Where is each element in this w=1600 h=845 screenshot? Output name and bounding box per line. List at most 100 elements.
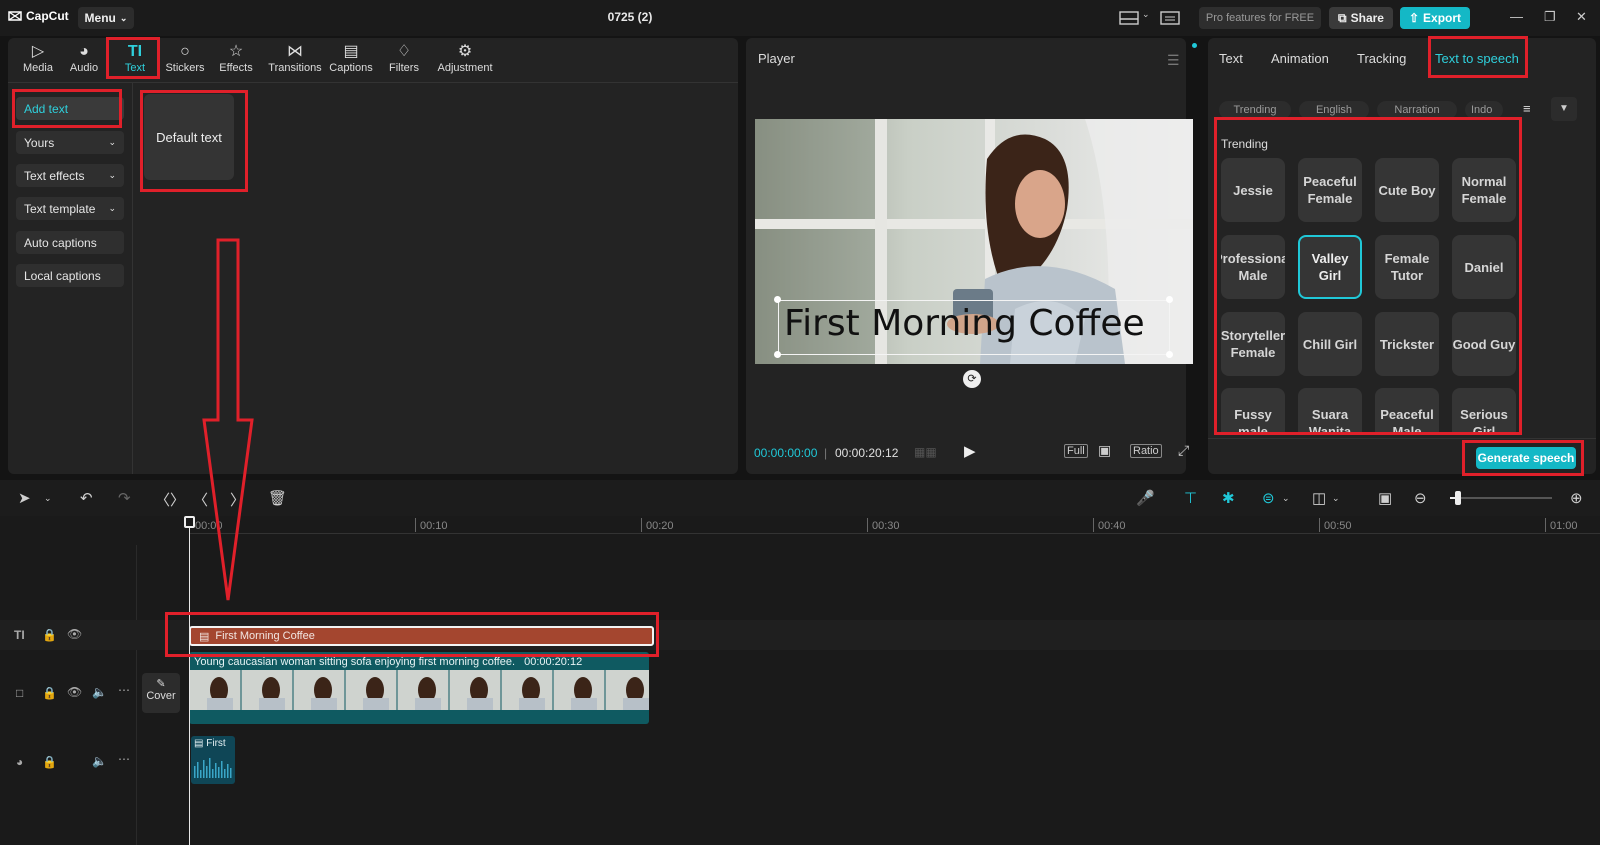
- chevron-down-icon: ⌄: [108, 170, 116, 180]
- video-track-icon: □: [16, 686, 24, 700]
- full-quality-button[interactable]: Full: [1064, 444, 1088, 458]
- volume-icon[interactable]: 🔈: [92, 754, 107, 768]
- tool-audio[interactable]: ◕ Audio: [57, 42, 111, 74]
- tool-adjustment[interactable]: ⚙ Adjustment: [433, 42, 497, 74]
- filter-icon[interactable]: ≡: [1523, 101, 1531, 116]
- close-icon[interactable]: ✕: [1576, 9, 1587, 25]
- ruler-tick: [641, 518, 642, 532]
- share-icon: ⧉: [1338, 10, 1347, 25]
- ruler-tick: [1545, 518, 1546, 532]
- sidebar-item-yours[interactable]: Yours ⌄: [16, 131, 124, 154]
- tab-text[interactable]: Text: [1219, 51, 1243, 66]
- tool-label: Stickers: [165, 62, 205, 74]
- audio-clip-text: First: [206, 738, 226, 749]
- playhead[interactable]: [189, 518, 190, 845]
- zoom-out-icon[interactable]: ⊖: [1414, 489, 1427, 507]
- preview-axis-icon[interactable]: ⊜: [1262, 489, 1275, 507]
- chevron-down-icon[interactable]: ⌄: [1142, 9, 1150, 20]
- tab-tracking[interactable]: Tracking: [1357, 51, 1406, 66]
- captions-icon: ▤: [343, 43, 359, 60]
- lock-icon[interactable]: 🔒: [42, 686, 57, 700]
- undo-icon[interactable]: ↶: [80, 489, 93, 507]
- minimize-icon[interactable]: —: [1510, 9, 1523, 24]
- tool-filters[interactable]: ♢ Filters: [377, 42, 431, 74]
- sidebar-item-text-template[interactable]: Text template ⌄: [16, 197, 124, 220]
- more-icon[interactable]: ⋯: [118, 683, 130, 697]
- tool-label: Filters: [389, 62, 419, 74]
- ruler-tick: [867, 518, 868, 532]
- sidebar-item-local-captions[interactable]: Local captions: [16, 264, 124, 287]
- sidebar-item-label: Text template: [24, 201, 96, 216]
- app-logo: CapCut: [8, 9, 69, 23]
- rotate-icon[interactable]: ⟳: [963, 370, 981, 388]
- ruler-label: 00:40: [1098, 520, 1126, 532]
- lock-icon[interactable]: 🔒: [42, 628, 57, 642]
- split-screen-icon[interactable]: ◫: [1312, 489, 1326, 507]
- tool-transitions[interactable]: ⋈ Transitions: [265, 42, 325, 74]
- restore-icon[interactable]: ❐: [1544, 9, 1556, 25]
- play-icon[interactable]: ▶: [964, 442, 976, 460]
- zoom-slider-handle[interactable]: [1455, 491, 1461, 505]
- lock-icon[interactable]: 🔒: [42, 755, 57, 769]
- menu-button[interactable]: Menu ⌄: [78, 7, 134, 29]
- effects-icon: ☆: [228, 43, 244, 60]
- highlight-box: [1214, 117, 1522, 435]
- current-time: 00:00:00:00: [754, 446, 818, 460]
- sidebar-item-auto-captions[interactable]: Auto captions: [16, 231, 124, 254]
- tool-stickers[interactable]: ○ Stickers: [158, 42, 212, 74]
- chevron-down-icon[interactable]: ⌄: [1332, 493, 1340, 504]
- project-title[interactable]: 0725 (2): [560, 10, 700, 24]
- divider: [1208, 438, 1596, 439]
- upload-icon: ⇧: [1408, 11, 1420, 25]
- eye-icon[interactable]: 👁: [67, 685, 82, 699]
- arrow-down-icon: [202, 238, 254, 601]
- zoom-in-icon[interactable]: ⊕: [1570, 489, 1583, 507]
- snapshot-icon[interactable]: ▣: [1098, 442, 1111, 459]
- volume-icon[interactable]: 🔈: [92, 685, 107, 699]
- sidebar-item-text-effects[interactable]: Text effects ⌄: [16, 164, 124, 187]
- tool-captions[interactable]: ▤ Captions: [324, 42, 378, 74]
- cursor-icon[interactable]: ➤: [18, 489, 31, 507]
- magnet-icon[interactable]: ✱: [1222, 489, 1235, 507]
- resize-handle[interactable]: [1166, 296, 1173, 303]
- timecode-mode-icon[interactable]: ▦▦: [914, 445, 937, 459]
- chevron-down-icon[interactable]: ⌄: [1282, 493, 1290, 504]
- chevron-down-icon[interactable]: ⌄: [44, 493, 52, 504]
- ratio-button[interactable]: Ratio: [1130, 444, 1162, 458]
- sidebar-item-label: Auto captions: [24, 235, 97, 250]
- tool-label: Effects: [219, 62, 253, 74]
- total-time: 00:00:20:12: [835, 446, 899, 460]
- chevron-down-icon: ⌄: [108, 203, 116, 213]
- more-icon[interactable]: ⋯: [118, 752, 130, 766]
- microphone-icon[interactable]: 🎤: [1136, 489, 1155, 507]
- audio-clip[interactable]: ▤ First: [191, 736, 235, 784]
- sidebar-item-label: Text effects: [24, 168, 85, 183]
- pro-features-button[interactable]: Pro features for FREE: [1199, 7, 1321, 29]
- layout-icon[interactable]: [1119, 10, 1139, 31]
- tool-effects[interactable]: ☆ Effects: [209, 42, 263, 74]
- tab-animation[interactable]: Animation: [1271, 51, 1329, 66]
- zoom-slider-track[interactable]: [1450, 497, 1552, 499]
- redo-icon[interactable]: ↷: [118, 489, 131, 507]
- resize-handle[interactable]: [774, 296, 781, 303]
- filters-icon: ♢: [396, 43, 412, 60]
- video-clip-label: Young caucasian woman sitting sofa enjoy…: [194, 656, 582, 668]
- export-button[interactable]: ⇧ Export: [1400, 7, 1470, 29]
- time-separator: |: [824, 446, 828, 460]
- fullscreen-icon[interactable]: ⤢: [1178, 442, 1189, 459]
- shortcuts-icon[interactable]: [1160, 10, 1180, 31]
- resize-handle[interactable]: [774, 351, 781, 358]
- resize-handle[interactable]: [1166, 351, 1173, 358]
- playhead-handle[interactable]: [184, 516, 195, 528]
- video-overlay-text[interactable]: First Morning Coffee: [784, 303, 1145, 344]
- hamburger-icon[interactable]: ☰: [1167, 52, 1180, 69]
- eye-icon[interactable]: 👁: [67, 627, 82, 641]
- fit-icon[interactable]: ▣: [1378, 489, 1392, 507]
- link-icon[interactable]: ⊤: [1184, 489, 1197, 507]
- expand-filters-button[interactable]: ▼: [1551, 97, 1577, 121]
- transitions-icon: ⋈: [287, 43, 303, 60]
- cover-button[interactable]: ✎ Cover: [142, 673, 180, 713]
- share-button[interactable]: ⧉ Share: [1329, 7, 1393, 29]
- trash-icon[interactable]: 🗑: [268, 489, 287, 507]
- split-icon[interactable]: 〈〉: [155, 489, 185, 510]
